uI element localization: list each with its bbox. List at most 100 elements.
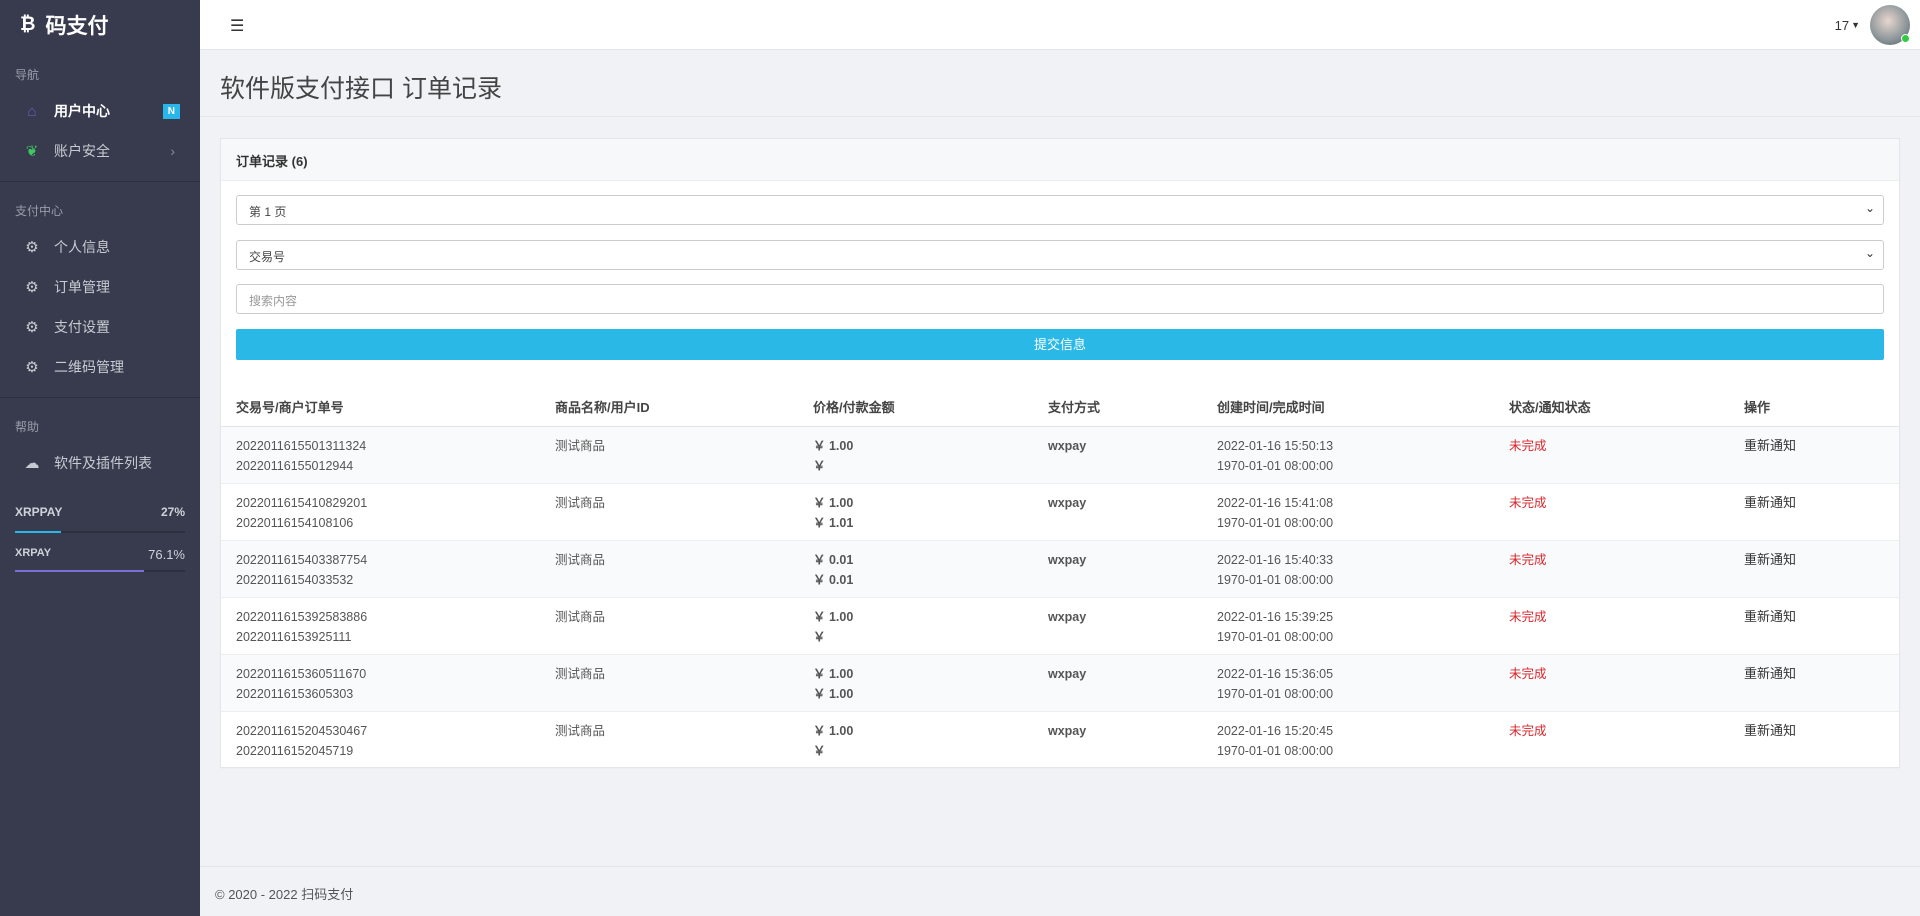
section-title: 帮助 (0, 402, 200, 443)
table-row: 202201161539258388620220116153925111 测试商… (221, 597, 1899, 654)
paid-amount: ￥ (813, 741, 1033, 761)
created-time: 2022-01-16 15:20:45 (1217, 721, 1494, 741)
sidebar-item-user-center[interactable]: ⌂用户中心N (0, 91, 200, 131)
sidebar-item-software[interactable]: ☁软件及插件列表 (0, 443, 200, 483)
paid-amount: ￥ (813, 456, 1033, 476)
product-name: 测试商品 (555, 721, 798, 741)
sidebar-item-profile[interactable]: ⚙个人信息 (0, 227, 200, 267)
chevron-right-icon: › (170, 143, 175, 159)
leaf-icon: ❦ (22, 142, 42, 160)
search-input[interactable]: 搜索内容 (236, 284, 1884, 314)
trade-no: 2022011615501311324 (236, 436, 540, 456)
trade-no: 2022011615403387754 (236, 550, 540, 570)
finished-time: 1970-01-01 08:00:00 (1217, 741, 1494, 761)
gear-icon: ⚙ (22, 358, 42, 376)
sidebar: ₿码支付 导航 ⌂用户中心N ❦账户安全› 支付中心 ⚙个人信息 ⚙订单管理 ⚙… (0, 0, 200, 916)
status-badge: 未完成 (1509, 436, 1729, 456)
trade-no: 2022011615392583886 (236, 607, 540, 627)
column-header: 交易号/商户订单号 (221, 387, 540, 426)
table-row: 202201161541082920120220116154108106 测试商… (221, 483, 1899, 540)
menu-toggle-icon[interactable]: ☰ (230, 16, 244, 36)
price: ￥ 1.00 (813, 721, 1033, 741)
pay-method: wxpay (1048, 550, 1202, 570)
cloud-download-icon: ☁ (22, 454, 42, 472)
finished-time: 1970-01-01 08:00:00 (1217, 513, 1494, 533)
chevron-down-icon: ⌄ (1865, 201, 1875, 215)
sidebar-item-account-security[interactable]: ❦账户安全› (0, 131, 200, 171)
table-row: 202201161540338775420220116154033532 测试商… (221, 540, 1899, 597)
price: ￥ 1.00 (813, 607, 1033, 627)
price: ￥ 1.00 (813, 436, 1033, 456)
renotify-button[interactable]: 重新通知 (1744, 721, 1899, 741)
status-badge: 未完成 (1509, 721, 1729, 741)
table-row: 202201161550131132420220116155012944 测试商… (221, 426, 1899, 483)
paid-amount: ￥ (813, 627, 1033, 647)
column-header: 价格/付款金额 (798, 387, 1033, 426)
progress-bar-fill (15, 531, 61, 533)
pay-method: wxpay (1048, 607, 1202, 627)
renotify-button[interactable]: 重新通知 (1744, 664, 1899, 684)
price: ￥ 1.00 (813, 493, 1033, 513)
trade-no: 2022011615410829201 (236, 493, 540, 513)
order-no: 20220116153925111 (236, 627, 540, 647)
page-header: 软件版支付接口 订单记录 (200, 51, 1920, 117)
chevron-down-icon: ⌄ (1865, 246, 1875, 260)
user-menu[interactable]: 17▼ (1835, 5, 1910, 45)
sidebar-item-orders[interactable]: ⚙订单管理 (0, 267, 200, 307)
gear-icon: ⚙ (22, 318, 42, 336)
column-header: 状态/通知状态 (1494, 387, 1729, 426)
orders-card: 订单记录 (6) 第 1 页⌄ 交易号⌄ 搜索内容 提交信息 交易号/商户订单号… (220, 138, 1900, 768)
status-badge: 未完成 (1509, 550, 1729, 570)
table-row: 202201161536051167020220116153605303 测试商… (221, 654, 1899, 711)
page-select[interactable]: 第 1 页⌄ (236, 195, 1884, 225)
order-no: 20220116152045719 (236, 741, 540, 761)
section-title: 导航 (0, 50, 200, 91)
divider (0, 397, 200, 398)
pay-method: wxpay (1048, 721, 1202, 741)
created-time: 2022-01-16 15:41:08 (1217, 493, 1494, 513)
trade-no: 2022011615360511670 (236, 664, 540, 684)
paid-amount: ￥ 1.01 (813, 513, 1033, 533)
table-row: 202201161520453046720220116152045719 测试商… (221, 711, 1899, 768)
page-title: 软件版支付接口 订单记录 (200, 51, 1920, 105)
divider (0, 181, 200, 182)
paid-amount: ￥ 1.00 (813, 684, 1033, 704)
created-time: 2022-01-16 15:36:05 (1217, 664, 1494, 684)
renotify-button[interactable]: 重新通知 (1744, 493, 1899, 513)
new-badge: N (163, 104, 180, 119)
column-header: 创建时间/完成时间 (1202, 387, 1494, 426)
renotify-button[interactable]: 重新通知 (1744, 550, 1899, 570)
submit-button[interactable]: 提交信息 (236, 329, 1884, 360)
avatar[interactable] (1870, 5, 1910, 45)
pay-method: wxpay (1048, 493, 1202, 513)
trade-no: 2022011615204530467 (236, 721, 540, 741)
gear-icon: ⚙ (22, 278, 42, 296)
sidebar-item-payment-settings[interactable]: ⚙支付设置 (0, 307, 200, 347)
renotify-button[interactable]: 重新通知 (1744, 436, 1899, 456)
column-header: 操作 (1729, 387, 1899, 426)
orders-table: 交易号/商户订单号商品名称/用户ID价格/付款金额支付方式创建时间/完成时间状态… (221, 387, 1899, 769)
column-header: 商品名称/用户ID (540, 387, 798, 426)
pay-method: wxpay (1048, 664, 1202, 684)
finished-time: 1970-01-01 08:00:00 (1217, 456, 1494, 476)
product-name: 测试商品 (555, 493, 798, 513)
product-name: 测试商品 (555, 607, 798, 627)
gear-icon: ⚙ (22, 238, 42, 256)
sidebar-item-qrcode[interactable]: ⚙二维码管理 (0, 347, 200, 387)
footer: © 2020 - 2022 扫码支付 (200, 866, 1920, 916)
home-icon: ⌂ (22, 103, 42, 120)
renotify-button[interactable]: 重新通知 (1744, 607, 1899, 627)
logo[interactable]: ₿码支付 (0, 0, 200, 50)
status-badge: 未完成 (1509, 493, 1729, 513)
order-no: 20220116154108106 (236, 513, 540, 533)
field-select[interactable]: 交易号⌄ (236, 240, 1884, 270)
online-status-dot (1901, 34, 1910, 43)
bitcoin-icon: ₿ (20, 14, 35, 36)
finished-time: 1970-01-01 08:00:00 (1217, 627, 1494, 647)
section-title: 支付中心 (0, 186, 200, 227)
progress-xrppay: XRPPAY27% (0, 505, 200, 533)
order-no: 20220116155012944 (236, 456, 540, 476)
order-no: 20220116153605303 (236, 684, 540, 704)
pay-method: wxpay (1048, 436, 1202, 456)
product-name: 测试商品 (555, 436, 798, 456)
